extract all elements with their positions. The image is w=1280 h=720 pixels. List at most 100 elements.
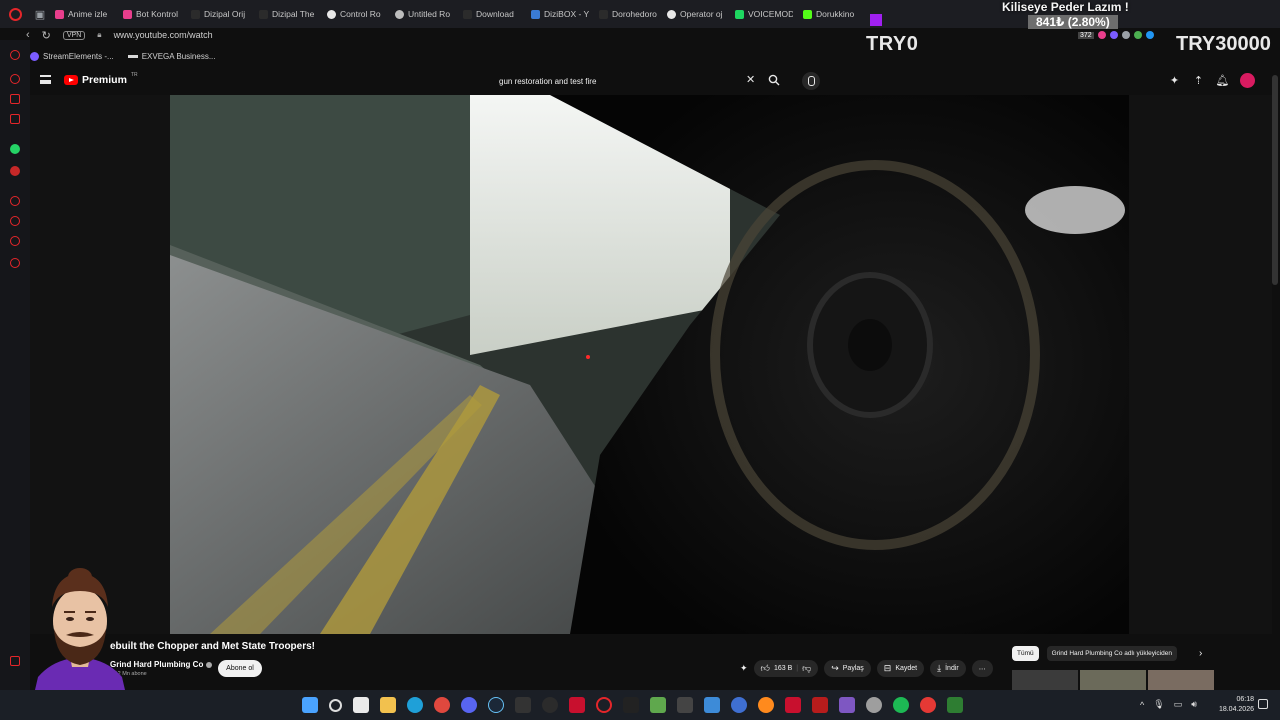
whatsapp-icon[interactable]: [10, 144, 20, 154]
opera-sidebar-icon[interactable]: [10, 166, 20, 176]
tab-list-icon[interactable]: ▣: [30, 0, 50, 28]
app-icon[interactable]: [920, 697, 936, 713]
save-button[interactable]: ⊟ Kaydet: [876, 660, 925, 677]
page-margin-right: [1129, 95, 1272, 634]
browser-tab[interactable]: Dorohedoro: [594, 3, 662, 25]
search-icon[interactable]: [329, 698, 342, 712]
like-button[interactable]: 👍︎ 163 B | 👎︎: [753, 660, 819, 677]
video-thumbnail[interactable]: [1148, 670, 1214, 690]
youtube-play-icon: [64, 75, 78, 85]
subscribe-button[interactable]: Abone ol: [218, 660, 262, 677]
download-button[interactable]: ⤓ İndir: [930, 660, 966, 677]
ai-icon[interactable]: ✦: [740, 660, 748, 677]
vpn-badge[interactable]: VPN: [62, 30, 86, 40]
app-icon[interactable]: [812, 697, 828, 713]
opera-sidebar-icon[interactable]: [10, 50, 20, 60]
browser-tab[interactable]: Dizipal Orij: [186, 3, 254, 25]
account-avatar[interactable]: [1240, 73, 1255, 88]
chrome-icon[interactable]: [434, 697, 450, 713]
search-input[interactable]: [492, 72, 742, 90]
opera-sidebar-icon[interactable]: [10, 236, 20, 246]
search-icon[interactable]: [768, 74, 780, 86]
app-icon[interactable]: [866, 697, 882, 713]
clear-icon[interactable]: ✕: [746, 73, 755, 86]
mic-icon[interactable]: 🎙︎: [1153, 699, 1164, 710]
browser-tab[interactable]: Dizipal The: [254, 3, 322, 25]
browser-tab[interactable]: Control Ro: [322, 3, 390, 25]
mic-icon[interactable]: [802, 72, 820, 90]
opera-sidebar-icon[interactable]: [10, 656, 20, 666]
steam-icon[interactable]: [488, 697, 504, 713]
chevron-up-icon[interactable]: ^: [1140, 700, 1144, 710]
video-actions: ✦ 👍︎ 163 B | 👎︎ ↪ Paylaş ⊟ Kaydet ⤓ İndir ⋯: [740, 660, 993, 677]
reload-icon[interactable]: ↻: [42, 29, 51, 42]
video-thumbnail[interactable]: [1012, 670, 1078, 690]
app-icon[interactable]: [839, 697, 855, 713]
lock-icon[interactable]: 🔒︎: [97, 30, 101, 40]
browser-tab[interactable]: Bot Kontrol: [118, 3, 186, 25]
extension-icon[interactable]: [1121, 31, 1130, 39]
browser-tab[interactable]: Dorukkino: [798, 3, 866, 25]
task-view-icon[interactable]: [353, 697, 369, 713]
browser-tab[interactable]: Untitled Ro: [390, 3, 458, 25]
chip-all[interactable]: Tümü: [1012, 646, 1039, 661]
settings-icon[interactable]: [10, 258, 20, 268]
extension-icon[interactable]: [1133, 31, 1142, 39]
video-player[interactable]: [170, 95, 1129, 634]
chip-uploader[interactable]: Grind Hard Plumbing Co adlı yükleyiciden: [1046, 646, 1177, 661]
app-icon[interactable]: [677, 697, 693, 713]
opera-icon[interactable]: [0, 0, 30, 28]
browser-tab[interactable]: Anime izle: [50, 3, 118, 25]
premium-icon[interactable]: ✦: [1168, 74, 1181, 87]
opera-sidebar-icon[interactable]: [10, 196, 20, 206]
app-icon[interactable]: [569, 697, 585, 713]
file-explorer-icon[interactable]: [380, 697, 396, 713]
browser-tab[interactable]: Download: [458, 3, 526, 25]
app-icon[interactable]: [947, 697, 963, 713]
edge-icon[interactable]: [407, 697, 423, 713]
app-icon[interactable]: [731, 697, 747, 713]
menu-icon[interactable]: [40, 75, 51, 84]
firefox-icon[interactable]: [758, 697, 774, 713]
bot-icon: [123, 9, 132, 19]
browser-tab[interactable]: DiziBOX - Y: [526, 3, 594, 25]
openai-icon: [667, 9, 676, 19]
bookmark-item[interactable]: StreamElements -...: [30, 51, 114, 61]
upload-icon[interactable]: ⇡: [1192, 74, 1205, 87]
share-button[interactable]: ↪ Paylaş: [824, 660, 871, 677]
network-icon[interactable]: ▭: [1174, 699, 1183, 710]
header-actions: ✦ ⇡ 🔔︎: [1168, 73, 1255, 88]
scrollbar[interactable]: [1272, 75, 1278, 285]
windows-start-icon[interactable]: [302, 697, 318, 713]
extension-icon[interactable]: [1097, 31, 1106, 39]
bell-icon[interactable]: 🔔︎: [1216, 74, 1230, 87]
app-icon[interactable]: [704, 697, 720, 713]
youtube-logo[interactable]: Premium TR: [64, 72, 138, 86]
app-icon[interactable]: [623, 697, 639, 713]
bookmark-item[interactable]: EXVEGA Business...: [127, 52, 216, 61]
browser-tab[interactable]: Operator oj: [662, 3, 730, 25]
more-icon[interactable]: ⋯: [971, 660, 993, 677]
app-icon[interactable]: [785, 697, 801, 713]
extension-icon[interactable]: [1145, 31, 1154, 39]
extension-icon[interactable]: [1109, 31, 1118, 39]
notification-icon[interactable]: [1258, 699, 1268, 709]
discord-icon[interactable]: [461, 697, 477, 713]
history-icon[interactable]: [10, 216, 20, 226]
video-thumbnail[interactable]: [1080, 670, 1146, 690]
opera-sidebar-icon[interactable]: [10, 114, 20, 124]
spotify-icon[interactable]: [893, 697, 909, 713]
thumbs-down-icon[interactable]: 👎︎: [802, 663, 811, 674]
browser-tab[interactable]: VOICEMOD: [730, 3, 798, 25]
opera-icon[interactable]: [596, 697, 612, 713]
anime-icon: [55, 9, 64, 19]
app-icon[interactable]: [515, 697, 531, 713]
opera-sidebar-icon[interactable]: [10, 94, 20, 104]
chevron-right-icon[interactable]: ›: [1199, 648, 1202, 659]
volume-icon[interactable]: 🔊︎: [1191, 699, 1197, 710]
app-icon[interactable]: [650, 697, 666, 713]
app-icon[interactable]: [542, 697, 558, 713]
clock[interactable]: 06:18 18.04.2026: [1214, 695, 1254, 715]
url-field[interactable]: www.youtube.com/watch: [114, 30, 213, 40]
opera-sidebar-icon[interactable]: [10, 74, 20, 84]
